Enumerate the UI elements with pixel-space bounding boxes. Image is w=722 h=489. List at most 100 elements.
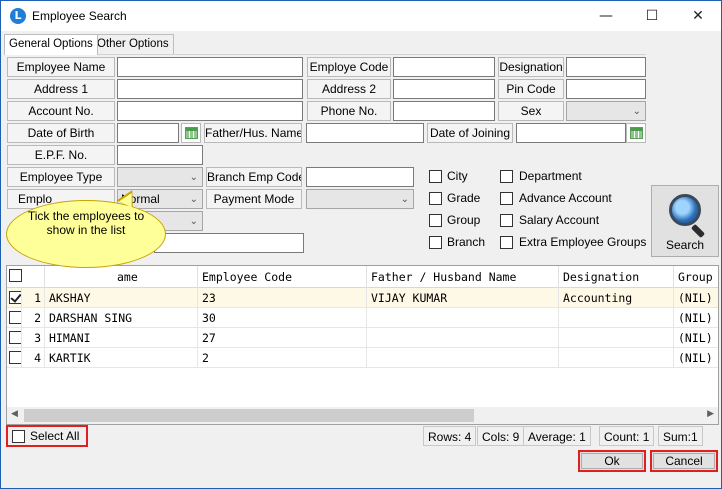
advance-account-checkbox[interactable] [500,192,513,205]
row-father [367,308,559,328]
search-button[interactable]: Search [651,185,719,257]
status-sum: Sum:1 [658,426,703,446]
row-checkbox[interactable] [9,291,21,304]
employee-name-input[interactable] [117,57,303,77]
status-cols: Cols: 9 [477,426,525,446]
magnifier-icon [669,194,701,226]
header-name[interactable]: ame [45,266,198,288]
tab-general-options[interactable]: General Options [4,34,98,55]
phone-no-label: Phone No. [307,101,391,121]
salary-account-checkbox[interactable] [500,214,513,227]
date-of-joining-input[interactable] [516,123,626,143]
minimize-button[interactable]: — [583,1,629,31]
city-label: City [447,169,468,183]
tab-other-options[interactable]: Other Options [92,34,174,54]
header-checkbox[interactable] [9,269,22,282]
father-hus-name-label: Father/Hus. Name [204,123,302,143]
epf-no-label: E.P.F. No. [7,145,115,165]
row-checkbox[interactable] [9,311,21,324]
branch-emp-code-label: Branch Emp Code [206,167,302,187]
select-all-label: Select All [30,429,80,443]
row-number: 1 [22,288,45,308]
department-checkbox[interactable] [500,170,513,183]
table-row[interactable]: 2 DARSHAN SING 30 (NIL) [7,308,718,328]
chevron-down-icon: ⌄ [189,194,198,205]
sex-select[interactable]: ⌄ [566,101,646,121]
calendar-icon [630,127,643,139]
branch-emp-code-input[interactable] [306,167,414,187]
dob-calendar-button[interactable] [181,123,201,143]
date-of-birth-label: Date of Birth [7,123,115,143]
designation-label: Designation [498,57,564,77]
row-checkbox[interactable] [9,331,21,344]
doj-calendar-button[interactable] [626,123,646,143]
ok-button[interactable]: Ok [578,450,646,472]
grade-checkbox[interactable] [429,192,442,205]
row-group: (NIL) [674,288,718,308]
row-name: KARTIK [45,348,198,368]
header-group[interactable]: Group [674,266,718,288]
group-checkbox[interactable] [429,214,442,227]
magnifier-handle [690,223,706,239]
header-select-cell [7,266,45,288]
ok-label: Ok [604,454,620,468]
row-designation: Accounting [559,288,674,308]
scroll-right-icon[interactable]: ▶ [707,409,714,419]
row-number: 2 [22,308,45,328]
header-designation[interactable]: Designation [559,266,674,288]
employee-type-select[interactable]: ⌄ [117,167,203,187]
status-average: Average: 1 [523,426,591,446]
extra-input[interactable] [154,233,304,253]
calendar-icon [185,127,198,139]
extra-employee-groups-label: Extra Employee Groups [519,235,647,249]
scroll-thumb[interactable] [24,409,474,422]
row-checkbox-cell [7,288,22,308]
employee-type-label: Employee Type [7,167,115,187]
advance-account-label: Advance Account [519,191,612,205]
select-all-checkbox[interactable] [12,430,25,443]
address1-input[interactable] [117,79,303,99]
account-no-input[interactable] [117,101,303,121]
pin-code-input[interactable] [566,79,646,99]
address2-input[interactable] [393,79,495,99]
row-designation [559,348,674,368]
table-row[interactable]: 4 KARTIK 2 (NIL) [7,348,718,368]
chevron-down-icon: ⌄ [632,106,641,117]
close-button[interactable]: ✕ [675,1,721,31]
father-hus-name-input[interactable] [306,123,424,143]
header-father-husband-name[interactable]: Father / Husband Name [367,266,559,288]
employee-search-window: L Employee Search — ☐ ✕ General Options … [0,0,722,489]
window-title: Employee Search [32,9,127,23]
row-code: 23 [198,288,367,308]
branch-label: Branch [447,235,486,249]
city-checkbox[interactable] [429,170,442,183]
row-name: AKSHAY [45,288,198,308]
address2-label: Address 2 [307,79,391,99]
row-checkbox[interactable] [9,351,21,364]
row-father: VIJAY KUMAR [367,288,559,308]
select-all-control[interactable]: Select All [6,425,88,447]
row-code: 27 [198,328,367,348]
table-row[interactable]: 1 AKSHAY 23 VIJAY KUMAR Accounting (NIL) [7,288,718,308]
epf-no-input[interactable] [117,145,203,165]
phone-no-input[interactable] [393,101,495,121]
date-of-birth-input[interactable] [117,123,179,143]
scroll-left-icon[interactable]: ◀ [11,409,18,419]
horizontal-scrollbar[interactable]: ◀ ▶ [7,407,718,424]
row-father [367,348,559,368]
branch-checkbox[interactable] [429,236,442,249]
payment-mode-select[interactable]: ⌄ [306,189,414,209]
extra-employee-groups-checkbox[interactable] [500,236,513,249]
designation-input[interactable] [566,57,646,77]
row-checkbox-cell [7,308,22,328]
employe-code-input[interactable] [393,57,495,77]
employe-code-label: Employe Code [307,57,391,77]
row-group: (NIL) [674,348,718,368]
status-bar: Select All Rows: 4 Cols: 9 Average: 1 Co… [4,425,720,447]
maximize-button[interactable]: ☐ [629,1,675,31]
header-employee-code[interactable]: Employee Code [198,266,367,288]
table-row[interactable]: 3 HIMANI 27 (NIL) [7,328,718,348]
cancel-button[interactable]: Cancel [650,450,718,472]
row-name: DARSHAN SING [45,308,198,328]
search-button-label: Search [665,238,705,252]
